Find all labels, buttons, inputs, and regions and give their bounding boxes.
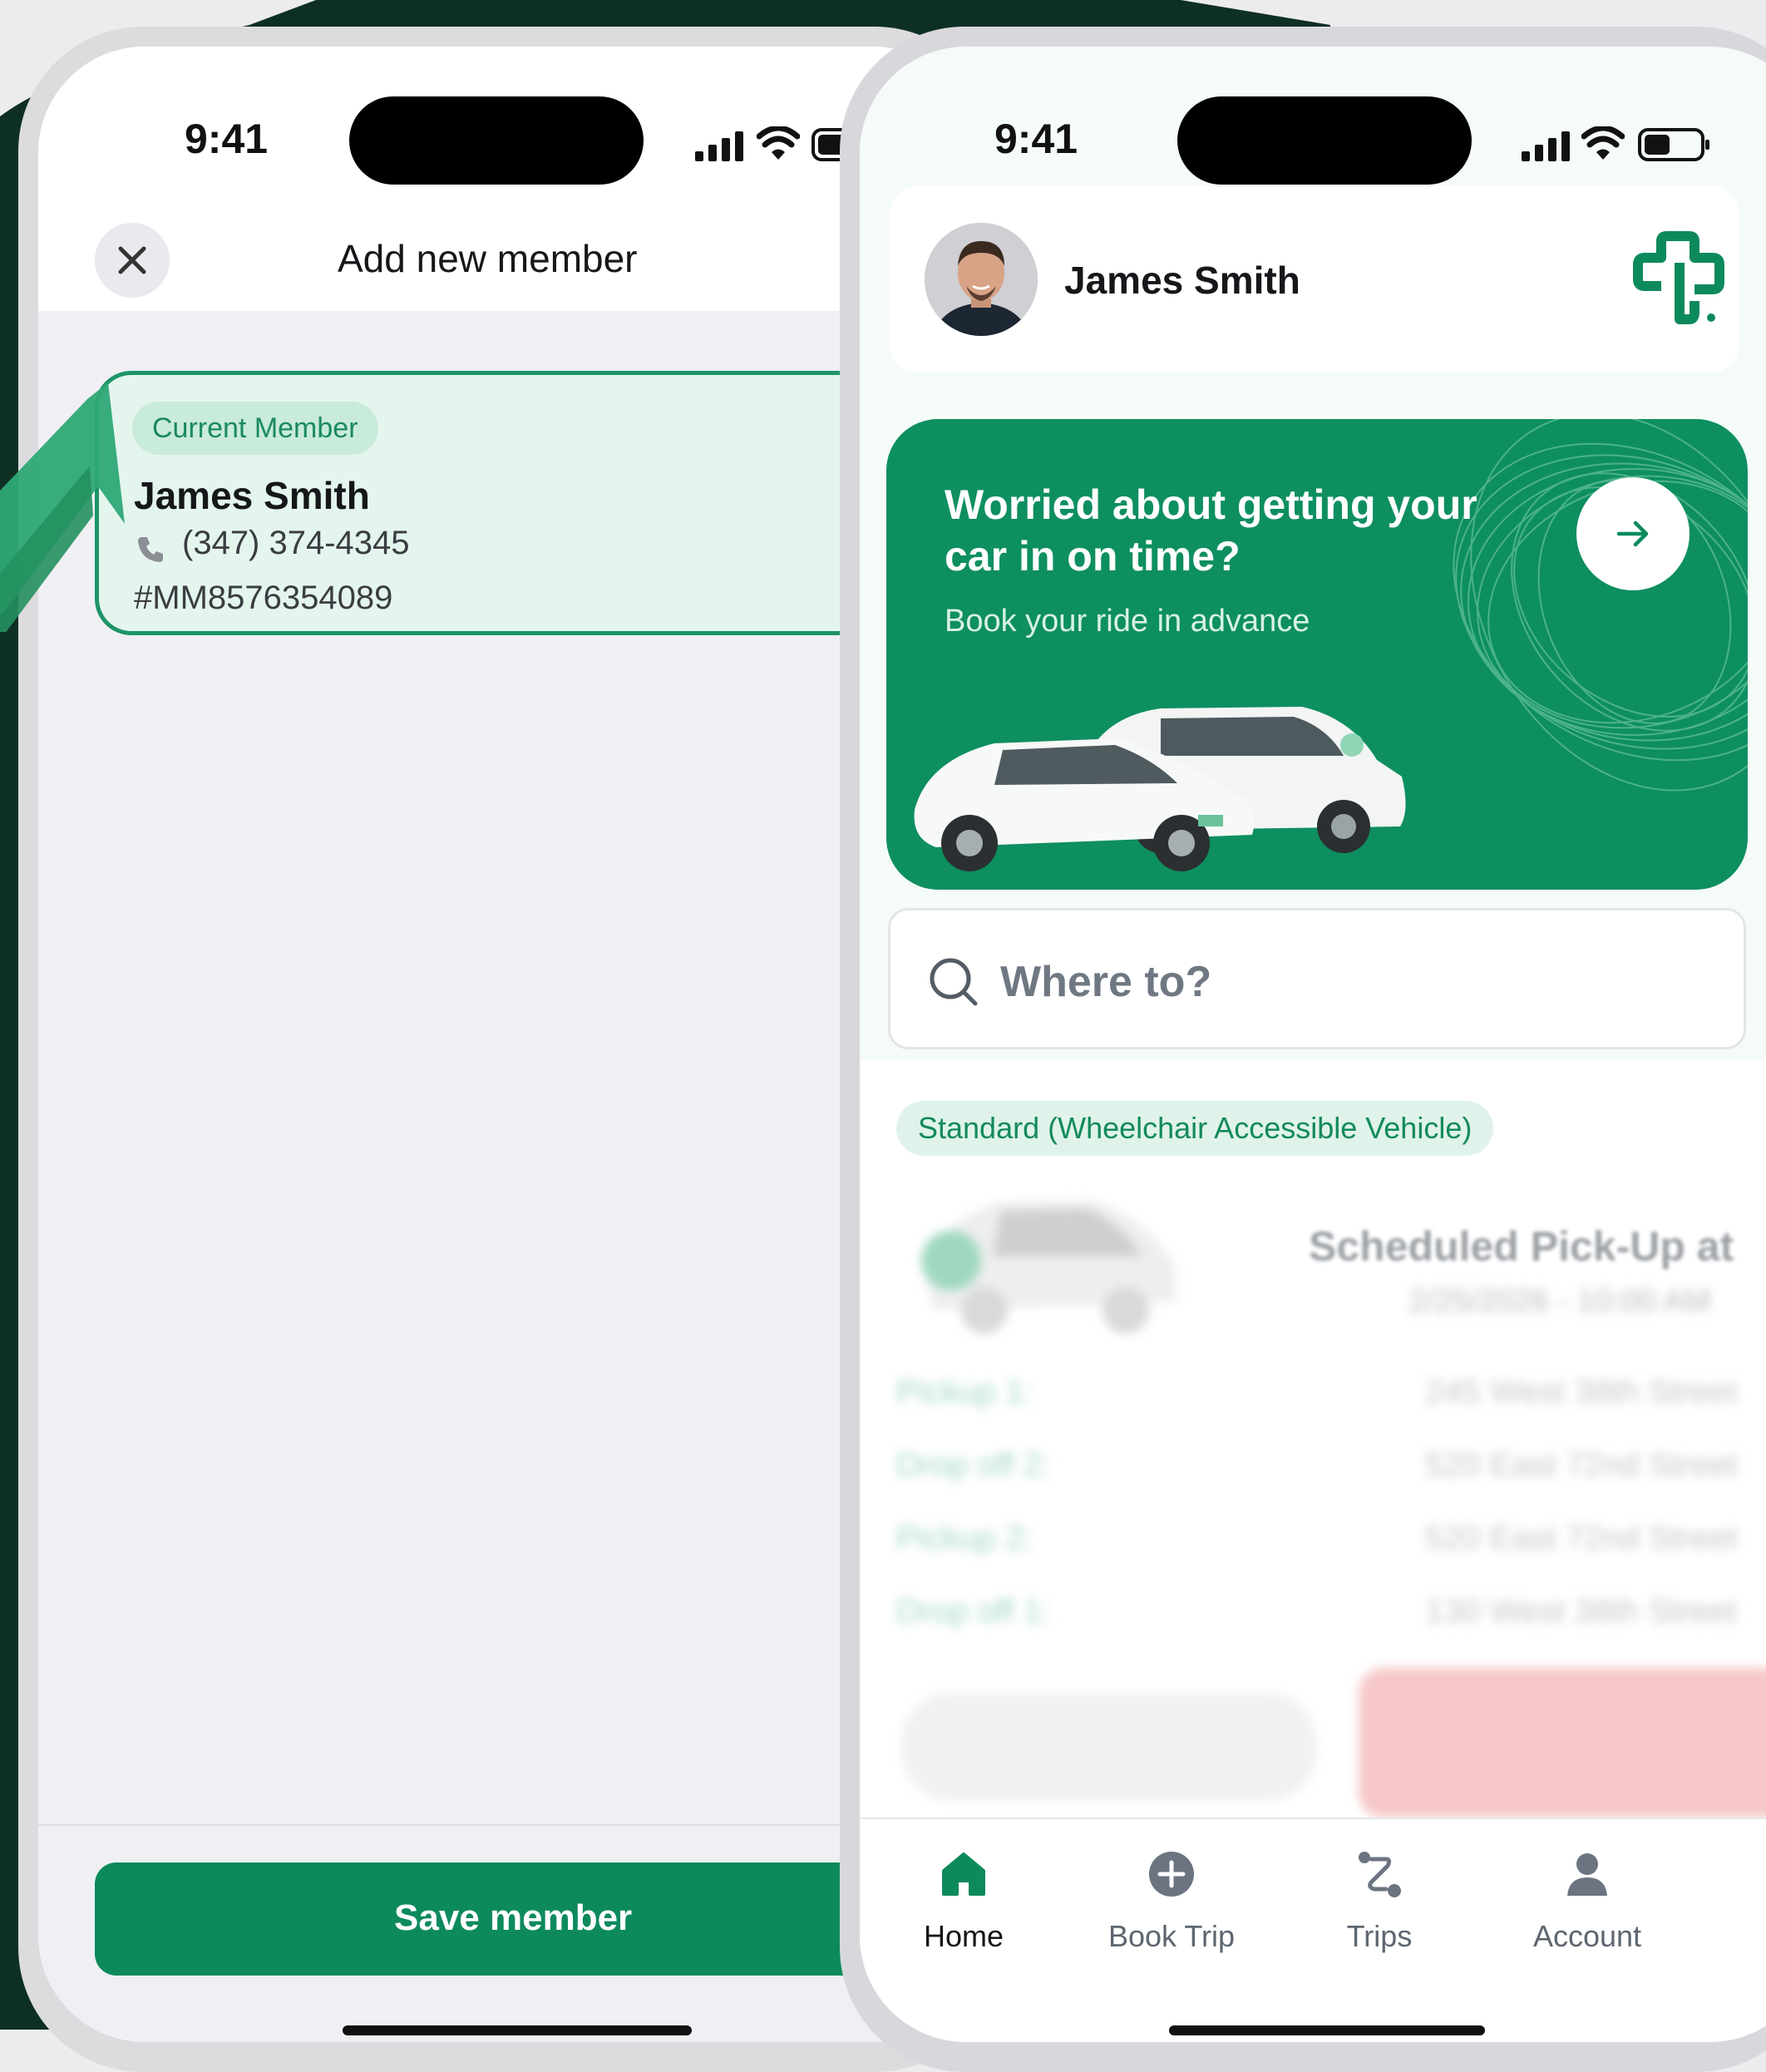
bottom-tab-bar: Home Book Trip Trips Account — [860, 1818, 1766, 2042]
promo-title: Worried about getting your car in on tim… — [945, 481, 1477, 580]
wifi-icon — [1581, 126, 1625, 160]
current-member-badge: Current Member — [132, 402, 378, 455]
cellular-signal-icon — [695, 131, 743, 161]
wifi-icon — [757, 126, 800, 160]
trip-primary-button[interactable] — [1359, 1668, 1766, 1818]
route-icon — [1359, 1852, 1401, 1897]
tab-label: Account — [1532, 1919, 1642, 1953]
status-time: 9:41 — [994, 116, 1078, 162]
wheelchair-vehicle-image — [921, 1201, 1176, 1334]
scheduled-pickup-label: Scheduled Pick-Up at — [1309, 1223, 1734, 1270]
home-phone: 9:41 James Smith Worried about getting y… — [840, 27, 1766, 2072]
tab-trips[interactable]: Trips — [1275, 1819, 1483, 1986]
trip-secondary-button[interactable] — [901, 1693, 1317, 1801]
tab-home[interactable]: Home — [860, 1819, 1068, 1986]
battery-icon — [1638, 128, 1709, 161]
brand-logo — [1633, 231, 1724, 324]
avatar[interactable] — [925, 223, 1038, 336]
avatar-photo — [925, 223, 1038, 336]
stop-address: 245 West 38th Street — [1425, 1374, 1738, 1410]
decorative-arrow — [0, 382, 125, 632]
promo-banner[interactable]: Worried about getting your car in on tim… — [886, 419, 1748, 890]
member-name: James Smith — [134, 474, 370, 517]
stop-address: 130 West 38th Street — [1425, 1593, 1738, 1630]
home-indicator — [343, 2025, 692, 2035]
plus-circle-icon — [1149, 1852, 1194, 1897]
tab-label: Home — [923, 1919, 1004, 1953]
profile-name: James Smith — [1064, 259, 1300, 302]
stop-address: 520 East 72nd Street — [1425, 1520, 1738, 1556]
stop-label: Pickup 2: — [896, 1520, 1033, 1556]
promo-vehicles-image — [914, 707, 1406, 871]
close-icon — [118, 246, 146, 274]
cellular-signal-icon — [1522, 131, 1570, 161]
footer-divider — [38, 1824, 979, 1826]
profile-header[interactable]: James Smith — [890, 186, 1739, 372]
save-member-label: Save member — [394, 1897, 633, 1938]
scheduled-pickup-date: 2/25/2026 - 10:00 AM — [1408, 1284, 1711, 1319]
tab-account[interactable]: Account — [1483, 1819, 1691, 1986]
search-input[interactable]: Where to? — [888, 908, 1746, 1049]
tab-label: Trips — [1346, 1919, 1413, 1953]
dynamic-island — [349, 96, 644, 185]
promo-subtitle: Book your ride in advance — [945, 604, 1310, 639]
tab-book-trip[interactable]: Book Trip — [1068, 1819, 1275, 1986]
arrow-right-icon — [1616, 520, 1649, 547]
stop-label: Drop off 2: — [896, 1447, 1052, 1483]
home-indicator — [1169, 2025, 1485, 2035]
member-id: #MM8576354089 — [134, 580, 393, 616]
person-icon — [1567, 1853, 1607, 1896]
tab-label: Book Trip — [1107, 1919, 1236, 1953]
stop-label: Pickup 1: — [896, 1374, 1033, 1410]
home-icon — [942, 1852, 985, 1896]
search-icon — [930, 958, 978, 1006]
stop-label: Drop off 1: — [896, 1593, 1052, 1630]
close-button[interactable] — [95, 223, 170, 298]
page-title: Add new member — [338, 237, 638, 280]
home-screen: 9:41 James Smith Worried about getting y… — [860, 47, 1766, 2042]
dynamic-island — [1177, 96, 1472, 185]
stop-address: 520 East 72nd Street — [1425, 1447, 1738, 1483]
search-placeholder: Where to? — [1000, 958, 1212, 1006]
status-time: 9:41 — [185, 116, 269, 162]
member-phone: (347) 374-4345 — [182, 525, 410, 561]
promo-arrow-button[interactable] — [1576, 477, 1690, 590]
add-member-screen: 9:41 Add new member Current Member James… — [38, 47, 979, 2042]
vehicle-type-badge: Standard (Wheelchair Accessible Vehicle) — [896, 1101, 1494, 1156]
